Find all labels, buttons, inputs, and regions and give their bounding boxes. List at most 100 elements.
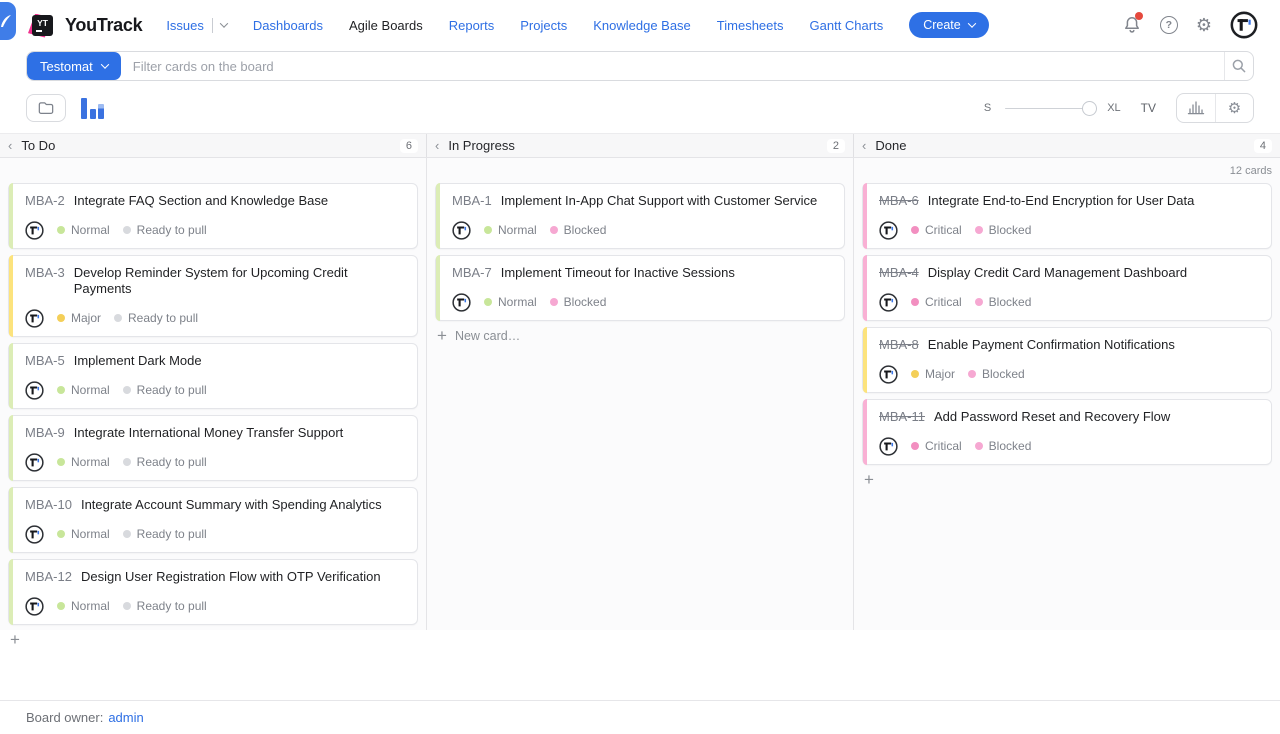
state-badge[interactable]: Ready to pull — [123, 383, 207, 397]
card-mba-10[interactable]: MBA-10Integrate Account Summary with Spe… — [8, 487, 418, 553]
state-badge[interactable]: Ready to pull — [114, 311, 198, 325]
card-size-controls: S XL TV ⚙ — [984, 93, 1254, 123]
card-size-slider[interactable] — [1005, 101, 1097, 116]
card-mba-3[interactable]: MBA-3Develop Reminder System for Upcomin… — [8, 255, 418, 337]
priority-badge[interactable]: Major — [57, 311, 101, 325]
card-id[interactable]: MBA-3 — [25, 265, 65, 297]
add-card-button[interactable]: +New card… — [435, 327, 522, 345]
card-mba-2[interactable]: MBA-2Integrate FAQ Section and Knowledge… — [8, 183, 418, 249]
browser-extension-tab[interactable] — [0, 2, 16, 40]
priority-badge[interactable]: Normal — [484, 295, 537, 309]
state-badge[interactable]: Blocked — [968, 367, 1025, 381]
state-badge[interactable]: Blocked — [550, 223, 607, 237]
user-avatar[interactable] — [1230, 11, 1258, 39]
assignee-avatar[interactable] — [452, 221, 471, 240]
assignee-avatar[interactable] — [25, 381, 44, 400]
column-title: In Progress — [448, 138, 514, 153]
priority-badge[interactable]: Critical — [911, 439, 962, 453]
state-badge[interactable]: Blocked — [550, 295, 607, 309]
card-id[interactable]: MBA-8 — [879, 337, 919, 353]
filter-cards-input[interactable] — [121, 52, 1224, 80]
assignee-avatar[interactable] — [879, 437, 898, 456]
priority-badge[interactable]: Normal — [57, 599, 110, 613]
state-badge[interactable]: Ready to pull — [123, 455, 207, 469]
card-mba-9[interactable]: MBA-9Integrate International Money Trans… — [8, 415, 418, 481]
assignee-avatar[interactable] — [879, 365, 898, 384]
assignee-avatar[interactable] — [879, 293, 898, 312]
nav-item-reports[interactable]: Reports — [449, 18, 495, 33]
tv-mode-button[interactable]: TV — [1141, 101, 1156, 115]
priority-badge[interactable]: Critical — [911, 223, 962, 237]
add-card-button[interactable]: + — [862, 471, 876, 489]
assignee-avatar[interactable] — [25, 525, 44, 544]
card-mba-6[interactable]: MBA-6Integrate End-to-End Encryption for… — [862, 183, 1272, 249]
backlog-button[interactable] — [26, 94, 66, 122]
card-mba-12[interactable]: MBA-12Design User Registration Flow with… — [8, 559, 418, 625]
nav-item-dashboards[interactable]: Dashboards — [253, 18, 323, 33]
card-id[interactable]: MBA-6 — [879, 193, 919, 209]
card-id[interactable]: MBA-5 — [25, 353, 65, 369]
state-badge[interactable]: Ready to pull — [123, 527, 207, 541]
priority-badge[interactable]: Normal — [57, 455, 110, 469]
slider-knob[interactable] — [1082, 101, 1097, 116]
priority-edge — [863, 255, 867, 321]
card-id[interactable]: MBA-10 — [25, 497, 72, 513]
nav-item-agile-boards[interactable]: Agile Boards — [349, 18, 423, 33]
assignee-avatar[interactable] — [25, 309, 44, 328]
nav-item-projects[interactable]: Projects — [520, 18, 567, 33]
logo-black-square: YT — [32, 15, 53, 36]
card-mba-4[interactable]: MBA-4Display Credit Card Management Dash… — [862, 255, 1272, 321]
assignee-avatar[interactable] — [879, 221, 898, 240]
card-mba-8[interactable]: MBA-8Enable Payment Confirmation Notific… — [862, 327, 1272, 393]
assignee-avatar[interactable] — [25, 221, 44, 240]
nav-item-timesheets[interactable]: Timesheets — [717, 18, 784, 33]
card-id[interactable]: MBA-12 — [25, 569, 72, 585]
chevron-down-icon[interactable] — [220, 19, 228, 27]
column-meta — [435, 158, 845, 183]
priority-badge[interactable]: Normal — [57, 527, 110, 541]
nav-item-knowledge-base[interactable]: Knowledge Base — [593, 18, 691, 33]
assignee-avatar[interactable] — [25, 453, 44, 472]
burndown-chart-button[interactable] — [1177, 94, 1215, 122]
card-id[interactable]: MBA-2 — [25, 193, 65, 209]
state-badge[interactable]: Ready to pull — [123, 223, 207, 237]
nav-group-knowledge-base: Knowledge Base — [593, 18, 691, 33]
youtrack-logo[interactable]: YT YouTrack — [28, 12, 142, 39]
priority-badge[interactable]: Normal — [57, 383, 110, 397]
state-badge[interactable]: Blocked — [975, 439, 1032, 453]
chart-view-toggle[interactable] — [81, 98, 104, 119]
nav-item-issues[interactable]: Issues — [166, 18, 204, 33]
nav-item-gantt-charts[interactable]: Gantt Charts — [810, 18, 884, 33]
priority-edge — [863, 183, 867, 249]
project-selector-button[interactable]: Testomat — [27, 52, 121, 80]
assignee-avatar[interactable] — [25, 597, 44, 616]
card-id[interactable]: MBA-11 — [879, 409, 925, 425]
card-mba-1[interactable]: MBA-1Implement In-App Chat Support with … — [435, 183, 845, 249]
priority-badge[interactable]: Critical — [911, 295, 962, 309]
card-id[interactable]: MBA-4 — [879, 265, 919, 281]
board-settings-button[interactable]: ⚙ — [1215, 94, 1253, 122]
card-id[interactable]: MBA-1 — [452, 193, 492, 209]
state-badge[interactable]: Blocked — [975, 295, 1032, 309]
collapse-column-icon[interactable]: ‹ — [435, 139, 439, 152]
priority-badge[interactable]: Major — [911, 367, 955, 381]
card-mba-11[interactable]: MBA-11Add Password Reset and Recovery Fl… — [862, 399, 1272, 465]
help-button[interactable]: ? — [1160, 16, 1178, 34]
priority-badge[interactable]: Normal — [484, 223, 537, 237]
create-button[interactable]: Create — [909, 12, 989, 38]
collapse-column-icon[interactable]: ‹ — [8, 139, 12, 152]
state-badge[interactable]: Ready to pull — [123, 599, 207, 613]
assignee-avatar[interactable] — [452, 293, 471, 312]
settings-button[interactable]: ⚙ — [1196, 16, 1212, 34]
add-card-button[interactable]: + — [8, 631, 22, 649]
state-badge[interactable]: Blocked — [975, 223, 1032, 237]
card-mba-7[interactable]: MBA-7Implement Timeout for Inactive Sess… — [435, 255, 845, 321]
card-id[interactable]: MBA-9 — [25, 425, 65, 441]
card-mba-5[interactable]: MBA-5Implement Dark ModeNormalReady to p… — [8, 343, 418, 409]
collapse-column-icon[interactable]: ‹ — [862, 139, 866, 152]
notifications-button[interactable] — [1122, 15, 1142, 35]
board-owner-link[interactable]: admin — [108, 710, 143, 725]
card-id[interactable]: MBA-7 — [452, 265, 492, 281]
search-button[interactable] — [1224, 52, 1253, 80]
priority-badge[interactable]: Normal — [57, 223, 110, 237]
